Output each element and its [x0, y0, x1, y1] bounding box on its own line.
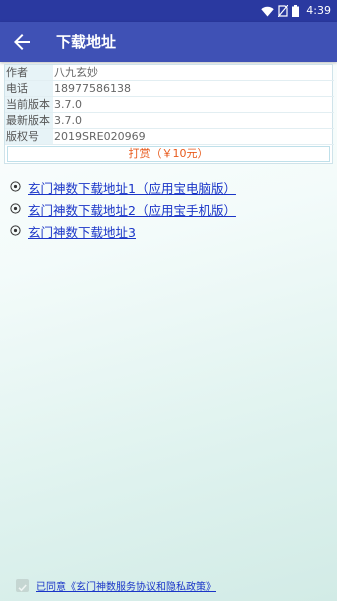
download-link-1[interactable]: 玄门神数下载地址1（应用宝电脑版）	[8, 178, 328, 196]
agreement-link[interactable]: 已同意《玄门神数服务协议和隐私政策》	[36, 578, 216, 593]
back-arrow-icon[interactable]	[10, 30, 34, 54]
info-label: 版权号	[5, 129, 53, 144]
info-value: 3.7.0	[54, 98, 82, 111]
app-bar: 下载地址	[0, 22, 337, 62]
info-value: 3.7.0	[54, 114, 82, 127]
no-sim-icon	[278, 5, 288, 17]
info-label: 作者	[5, 65, 53, 80]
status-time: 4:39	[306, 4, 331, 17]
radio-bullet-icon	[10, 181, 21, 192]
info-value: 八九玄妙	[54, 66, 98, 79]
page-title: 下载地址	[56, 33, 117, 51]
info-row-author: 作者 八九玄妙	[5, 65, 334, 81]
download-link-label[interactable]: 玄门神数下载地址1（应用宝电脑版）	[28, 178, 236, 197]
info-row-latest-version: 最新版本 3.7.0	[5, 113, 334, 129]
download-link-label[interactable]: 玄门神数下载地址3	[28, 222, 136, 241]
wifi-icon	[261, 6, 274, 16]
info-row-current-version: 当前版本 3.7.0	[5, 97, 334, 113]
info-value: 2019SRE020969	[54, 130, 146, 143]
radio-bullet-icon	[10, 203, 21, 214]
info-value: 18977586138	[54, 82, 131, 95]
info-row-phone: 电话 18977586138	[5, 81, 334, 97]
info-label: 电话	[5, 81, 53, 96]
agreement-checkbox[interactable]	[16, 579, 29, 592]
status-bar: 4:39	[0, 0, 337, 22]
reward-button[interactable]: 打赏（￥10元）	[7, 146, 330, 162]
info-label: 最新版本	[5, 113, 53, 128]
app-info-card: 作者 八九玄妙 电话 18977586138 当前版本 3.7.0 最新版本 3…	[4, 64, 334, 164]
info-label: 当前版本	[5, 97, 53, 112]
radio-bullet-icon	[10, 225, 21, 236]
info-row-copyright: 版权号 2019SRE020969	[5, 129, 334, 145]
download-link-3[interactable]: 玄门神数下载地址3	[8, 222, 328, 240]
checkmark-icon	[18, 584, 27, 592]
agreement-row: 已同意《玄门神数服务协议和隐私政策》	[16, 577, 316, 595]
status-icons	[261, 4, 299, 18]
battery-icon	[292, 5, 299, 17]
download-link-2[interactable]: 玄门神数下载地址2（应用宝手机版）	[8, 200, 328, 218]
download-link-label[interactable]: 玄门神数下载地址2（应用宝手机版）	[28, 200, 236, 219]
